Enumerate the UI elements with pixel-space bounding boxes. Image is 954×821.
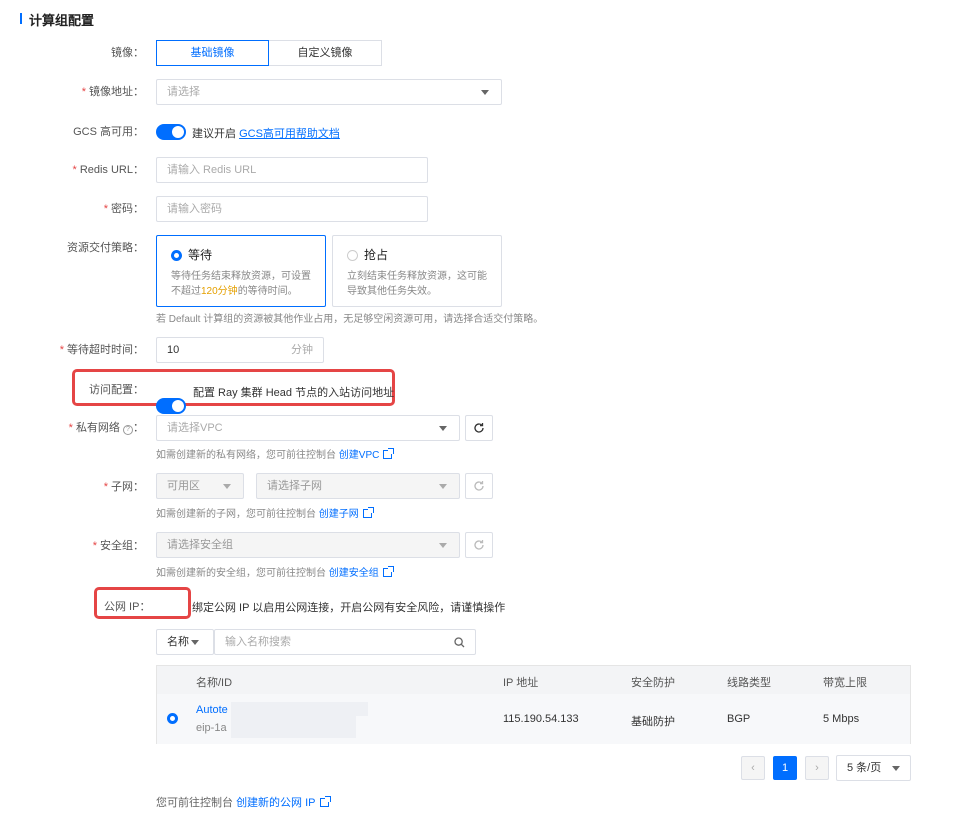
image-basic-option[interactable]: 基础镜像 bbox=[156, 40, 269, 66]
timeout-label: * 等待超时时间： bbox=[59, 344, 144, 356]
row-name-link[interactable]: Autote bbox=[196, 704, 228, 716]
subnet-hint: 如需创建新的子网，您可前往控制台 创建子网 bbox=[156, 505, 374, 520]
row-bandwidth: 5 Mbps bbox=[823, 713, 860, 725]
vpc-select[interactable]: 请选择VPC bbox=[156, 415, 460, 441]
redis-label: * Redis URL： bbox=[72, 164, 144, 176]
chevron-down-icon bbox=[439, 543, 447, 548]
chevron-down-icon bbox=[223, 484, 231, 489]
create-vpc-link[interactable]: 创建VPC bbox=[339, 450, 380, 461]
public-ip-table: 名称/ID IP 地址 安全防护 线路类型 带宽上限 Autote eip-1a… bbox=[156, 665, 911, 744]
chevron-down-icon bbox=[892, 766, 900, 771]
gcs-toggle[interactable] bbox=[156, 124, 186, 140]
image-addr-select[interactable]: 请选择 bbox=[156, 79, 502, 105]
pager-prev-button[interactable]: ‹ bbox=[741, 756, 765, 780]
subnet-refresh-button[interactable] bbox=[465, 473, 493, 499]
password-input[interactable]: 请输入密码 bbox=[156, 196, 428, 222]
image-type-segmented: 基础镜像 自定义镜像 bbox=[156, 40, 382, 66]
help-icon[interactable]: ? bbox=[123, 425, 133, 435]
ip-search-input[interactable]: 输入名称搜索 bbox=[214, 629, 476, 655]
strategy-hint: 若 Default 计算组的资源被其他作业占用，无足够空闲资源可用，请选择合适交… bbox=[156, 314, 544, 325]
table-row[interactable]: Autote eip-1a 115.190.54.133 基础防护 BGP 5 … bbox=[157, 694, 910, 744]
gcs-text-row: 建议开启 GCS高可用帮助文档 bbox=[192, 128, 340, 140]
chevron-down-icon bbox=[439, 426, 447, 431]
image-label: 镜像： bbox=[111, 47, 144, 59]
create-secgroup-link[interactable]: 创建安全组 bbox=[329, 568, 379, 579]
vpc-label: * 私有网络 ?： bbox=[68, 422, 144, 435]
external-link-icon bbox=[362, 507, 374, 518]
public-ip-text: 绑定公网 IP 以启用公网连接，开启公网有安全风险，请谨慎操作 bbox=[192, 602, 506, 614]
table-header: 名称/ID IP 地址 安全防护 线路类型 带宽上限 bbox=[157, 666, 910, 694]
redacted-block bbox=[231, 702, 368, 716]
search-icon[interactable] bbox=[454, 637, 465, 648]
page-size-select[interactable]: 5 条/页 bbox=[836, 755, 911, 781]
section-accent-bar bbox=[20, 13, 22, 24]
redacted-block bbox=[231, 716, 356, 738]
access-label: 访问配置： bbox=[89, 384, 144, 396]
timeout-input[interactable]: 10 分钟 bbox=[156, 337, 324, 363]
chevron-down-icon bbox=[481, 90, 489, 95]
row-protection: 基础防护 bbox=[631, 716, 675, 728]
access-toggle[interactable] bbox=[156, 398, 186, 414]
secgroup-refresh-button[interactable] bbox=[465, 532, 493, 558]
access-text: 配置 Ray 集群 Head 节点的入站访问地址 bbox=[193, 387, 395, 399]
row-line: BGP bbox=[727, 713, 751, 725]
subnet-label: * 子网： bbox=[103, 481, 144, 493]
redis-url-input[interactable]: 请输入 Redis URL bbox=[156, 157, 428, 183]
row-id: eip-1a bbox=[196, 722, 227, 734]
zone-select[interactable]: 可用区 bbox=[156, 473, 244, 499]
pager-next-button[interactable]: › bbox=[805, 756, 829, 780]
refresh-icon bbox=[474, 540, 484, 550]
password-label: * 密码： bbox=[103, 203, 144, 215]
strategy-preempt-card[interactable]: 抢占 立刻结束任务释放资源，这可能 导致其他任务失效。 bbox=[332, 235, 502, 307]
pager-page-1[interactable]: 1 bbox=[773, 756, 797, 780]
gcs-help-link[interactable]: GCS高可用帮助文档 bbox=[239, 128, 340, 140]
gcs-label: GCS 高可用： bbox=[73, 126, 144, 138]
public-ip-label: 公网 IP： bbox=[104, 601, 151, 613]
create-subnet-link[interactable]: 创建子网 bbox=[319, 509, 359, 520]
col-ip: IP 地址 bbox=[503, 677, 539, 689]
image-addr-label: * 镜像地址： bbox=[81, 86, 144, 98]
external-link-icon bbox=[319, 796, 331, 807]
col-line: 线路类型 bbox=[727, 677, 771, 689]
refresh-icon bbox=[474, 481, 484, 491]
subnet-select[interactable]: 请选择子网 bbox=[256, 473, 460, 499]
row-radio-icon[interactable] bbox=[167, 713, 178, 724]
vpc-hint: 如需创建新的私有网络，您可前往控制台 创建VPC bbox=[156, 446, 395, 461]
secgroup-hint: 如需创建新的安全组，您可前往控制台 创建安全组 bbox=[156, 564, 394, 579]
col-name-id: 名称/ID bbox=[196, 677, 233, 689]
create-public-ip-link[interactable]: 创建新的公网 IP bbox=[236, 797, 315, 809]
secgroup-select[interactable]: 请选择安全组 bbox=[156, 532, 460, 558]
col-protection: 安全防护 bbox=[631, 677, 675, 689]
public-ip-footer: 您可前往控制台 创建新的公网 IP bbox=[156, 794, 331, 810]
refresh-icon bbox=[474, 423, 484, 433]
image-custom-option[interactable]: 自定义镜像 bbox=[269, 40, 382, 66]
external-link-icon bbox=[382, 566, 394, 577]
chevron-down-icon bbox=[191, 640, 199, 645]
filter-field-select[interactable]: 名称 bbox=[156, 629, 214, 655]
external-link-icon bbox=[383, 448, 395, 459]
strategy-wait-card[interactable]: 等待 等待任务结束释放资源，可设置 不超过120分钟的等待时间。 bbox=[156, 235, 326, 307]
chevron-down-icon bbox=[439, 484, 447, 489]
row-ip: 115.190.54.133 bbox=[503, 713, 579, 725]
radio-selected-icon bbox=[171, 250, 182, 261]
timeout-unit: 分钟 bbox=[291, 344, 313, 356]
col-bandwidth: 带宽上限 bbox=[823, 677, 867, 689]
vpc-refresh-button[interactable] bbox=[465, 415, 493, 441]
radio-unselected-icon bbox=[347, 250, 358, 261]
strategy-label: 资源交付策略： bbox=[67, 242, 144, 254]
secgroup-label: * 安全组： bbox=[92, 540, 144, 552]
section-title: 计算组配置 bbox=[29, 13, 95, 28]
